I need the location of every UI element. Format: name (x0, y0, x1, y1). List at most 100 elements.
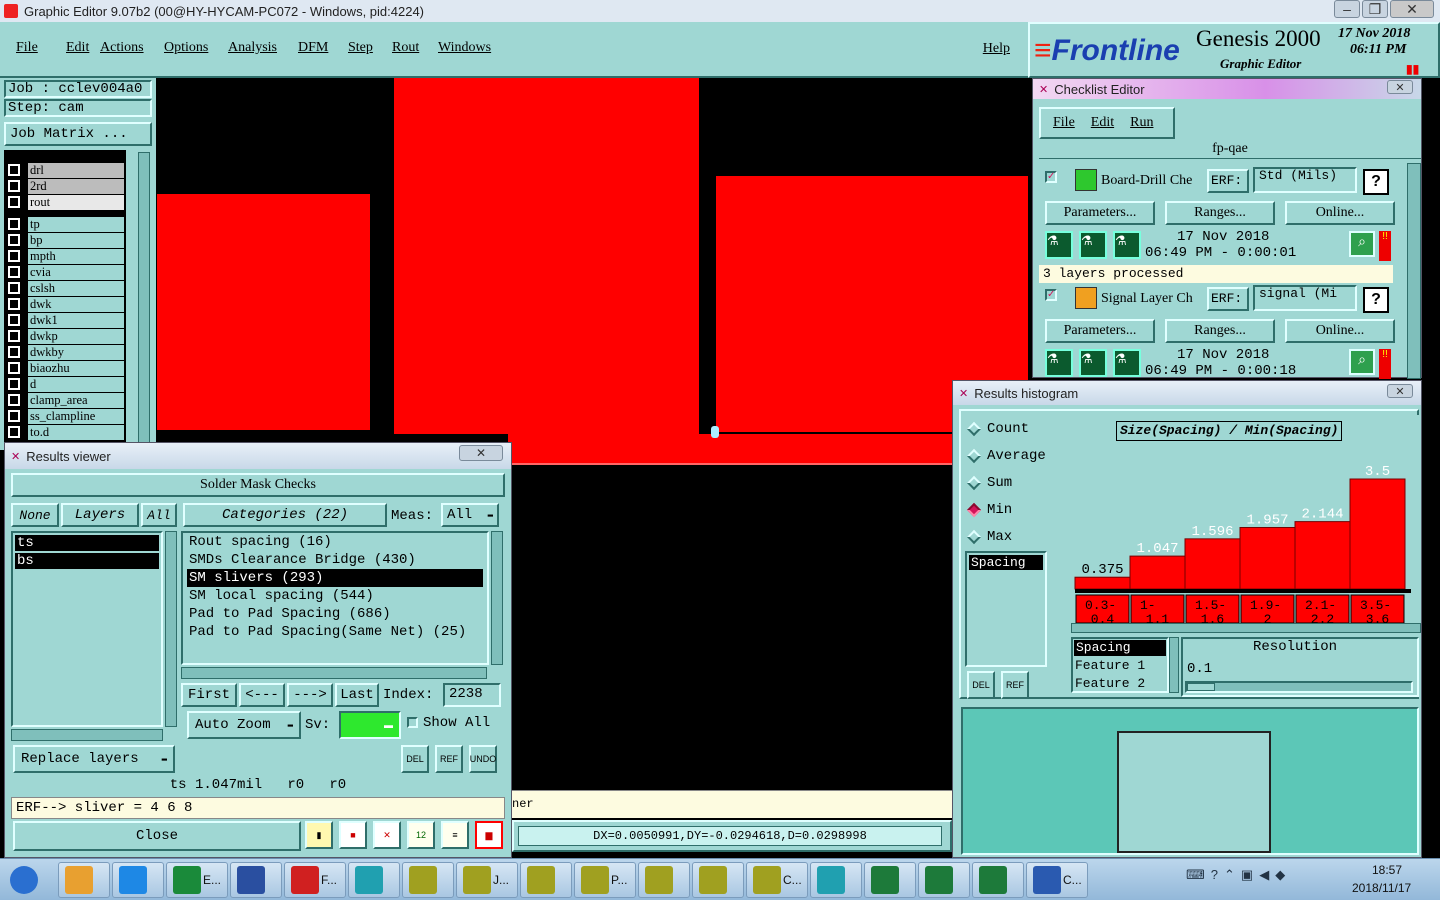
layer-checkbox[interactable] (8, 410, 20, 422)
taskbar-button[interactable]: C... (1026, 862, 1088, 898)
item-help-button[interactable]: ? (1363, 169, 1389, 195)
taskbar-button[interactable] (638, 862, 690, 898)
taskbar-button[interactable] (972, 862, 1024, 898)
layer-row[interactable]: biaozhu (8, 360, 124, 376)
category-item[interactable]: SM local spacing (544) (187, 587, 483, 605)
layer-row[interactable]: dwkby (8, 344, 124, 360)
layer-name[interactable]: rout (28, 194, 124, 210)
layer-row[interactable]: clamp_area (8, 392, 124, 408)
layer-row[interactable]: dwk1 (8, 312, 124, 328)
menu-dfm[interactable]: DFM (298, 40, 328, 56)
menu-help[interactable]: Help (983, 41, 1010, 57)
layer-row[interactable]: d (8, 376, 124, 392)
zoom-results-icon[interactable]: ⌕ (1349, 231, 1375, 257)
none-button[interactable]: None (11, 503, 59, 527)
checklist-close-button[interactable]: ✕ (1387, 80, 1413, 94)
erf-value[interactable]: Std (Mils) (1253, 167, 1357, 193)
layer-checkbox[interactable] (8, 196, 20, 208)
tool-number-icon[interactable]: 12 (407, 821, 435, 849)
layer-name[interactable]: cslsh (28, 280, 124, 296)
run-all-icon[interactable]: ⚗ (1079, 349, 1107, 377)
item-enable-checkbox[interactable]: ✓ (1045, 289, 1057, 301)
menu-edit[interactable]: Edit (66, 40, 89, 56)
radio-icon[interactable] (966, 529, 982, 545)
layer-name[interactable]: clamp_area (28, 392, 124, 408)
maximize-button[interactable]: ❐ (1362, 0, 1388, 18)
taskbar-button[interactable] (58, 862, 110, 898)
attr-feature-1[interactable]: Feature 1 (1073, 657, 1167, 675)
taskbar-button[interactable] (4, 862, 56, 898)
layer-name[interactable]: dwk (28, 296, 124, 312)
chart-h-scrollbar[interactable] (1071, 623, 1421, 633)
taskbar-button[interactable] (112, 862, 164, 898)
layer-name[interactable]: dwkp (28, 328, 124, 344)
category-item[interactable]: SMDs Clearance Bridge (430) (187, 551, 483, 569)
layer-name[interactable]: dwk1 (28, 312, 124, 328)
taskbar-button[interactable] (918, 862, 970, 898)
layer-row[interactable]: tp (8, 216, 124, 232)
layer-checkbox[interactable] (8, 266, 20, 278)
show-all-checkbox[interactable] (407, 717, 418, 728)
layer-row[interactable]: cvia (8, 264, 124, 280)
menu-rout[interactable]: Rout (392, 40, 419, 56)
measure-item-spacing[interactable]: Spacing (969, 555, 1043, 570)
tool-histogram-icon[interactable]: ▆ (475, 821, 503, 849)
taskbar-button[interactable]: P... (574, 862, 636, 898)
attr-spacing[interactable]: Spacing (1074, 640, 1166, 656)
replace-layers-select[interactable]: Replace layers ▬ (13, 745, 175, 773)
radio-icon[interactable] (966, 475, 982, 491)
tool-ref-icon[interactable]: ✕ (373, 821, 401, 849)
layer-row[interactable]: bp (8, 232, 124, 248)
layer-name[interactable]: dwkby (28, 344, 124, 360)
layer-name[interactable]: 2rd (28, 178, 124, 194)
layer-checkbox[interactable] (8, 218, 20, 230)
taskbar-button[interactable]: E... (166, 862, 228, 898)
all-layers-button[interactable]: All (141, 503, 177, 527)
category-item[interactable]: Pad to Pad Spacing (686) (187, 605, 483, 623)
index-input[interactable]: 2238 (443, 683, 501, 707)
result-layer-scrollbar[interactable] (165, 531, 177, 727)
histogram-bar[interactable] (1294, 521, 1351, 590)
option-average[interactable]: Average (966, 448, 1046, 464)
run-icon[interactable]: ⚗ (1045, 231, 1073, 259)
item-help-button[interactable]: ? (1363, 287, 1389, 313)
next-button[interactable]: ---> (287, 683, 333, 707)
tool-select-icon[interactable]: ■ (339, 821, 367, 849)
prev-button[interactable]: <--- (239, 683, 285, 707)
option-max[interactable]: Max (966, 529, 1012, 545)
histogram-bar[interactable] (1074, 576, 1131, 590)
tool-report-icon[interactable]: ≡ (441, 821, 469, 849)
ranges-button[interactable]: Ranges... (1165, 201, 1275, 225)
close-window-button[interactable]: ✕ (1390, 0, 1434, 18)
layer-checkbox[interactable] (8, 180, 20, 192)
parameters-button[interactable]: Parameters... (1045, 319, 1155, 343)
histogram-del-button[interactable]: DEL (967, 671, 995, 699)
histogram-bar[interactable] (1349, 478, 1406, 590)
layer-name[interactable]: bp (28, 232, 124, 248)
last-button[interactable]: Last (335, 683, 379, 707)
online-button[interactable]: Online... (1285, 319, 1395, 343)
radio-icon[interactable] (966, 448, 982, 464)
category-item[interactable]: Rout spacing (16) (187, 533, 483, 551)
taskbar-button[interactable] (402, 862, 454, 898)
close-button[interactable]: Close (13, 821, 301, 851)
run-icon[interactable]: ⚗ (1045, 349, 1073, 377)
online-button[interactable]: Online... (1285, 201, 1395, 225)
taskbar-button[interactable]: C... (746, 862, 808, 898)
security-icon[interactable]: ◆ (1275, 867, 1285, 883)
layer-row[interactable]: rout (8, 194, 124, 210)
volume-icon[interactable]: ◀ (1259, 867, 1269, 883)
taskbar-button[interactable]: J... (456, 862, 518, 898)
option-count[interactable]: Count (966, 421, 1029, 437)
menu-file[interactable]: File (16, 40, 38, 56)
radio-icon[interactable] (966, 502, 982, 518)
layer-checkbox[interactable] (8, 378, 20, 390)
radio-icon[interactable] (966, 421, 982, 437)
category-hscroll[interactable] (181, 667, 487, 679)
layer-checkbox[interactable] (8, 394, 20, 406)
attr-feature-2[interactable]: Feature 2 (1073, 675, 1167, 693)
category-scrollbar[interactable] (491, 531, 503, 665)
menu-actions[interactable]: Actions (100, 40, 144, 56)
erf-value[interactable]: signal (Mi (1253, 285, 1357, 311)
option-sum[interactable]: Sum (966, 475, 1012, 491)
